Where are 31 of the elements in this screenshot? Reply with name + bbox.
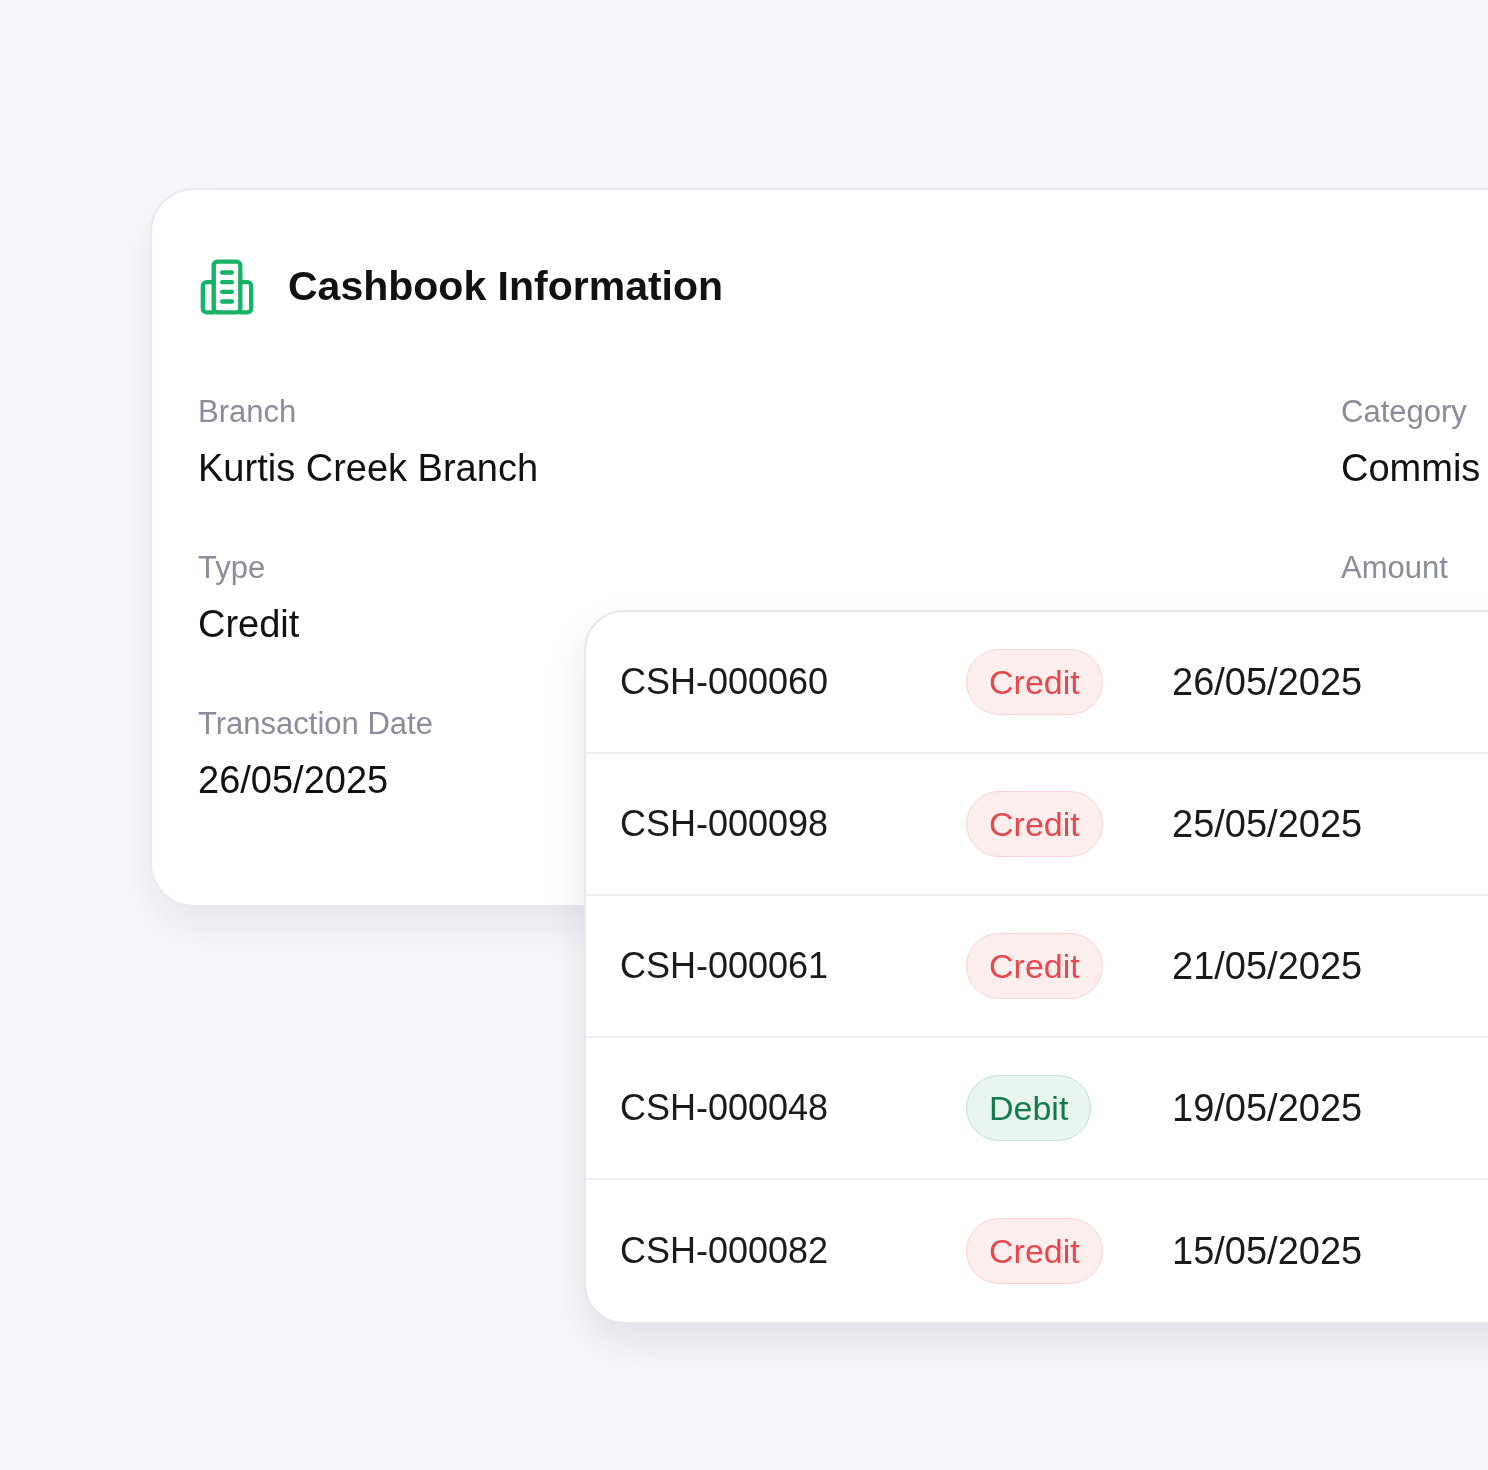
- transaction-date: 15/05/2025: [1172, 1228, 1363, 1274]
- field-label: Amount: [1341, 548, 1449, 587]
- type-badge: Debit: [966, 1075, 1092, 1141]
- transaction-id: CSH-000061: [620, 944, 830, 988]
- field-value: Kurtis Creek Branch: [198, 445, 539, 491]
- table-row[interactable]: CSH-000048 Debit 19/05/2025: [586, 1038, 1488, 1180]
- table-row[interactable]: CSH-000098 Credit 25/05/2025: [586, 754, 1488, 896]
- transaction-date: 25/05/2025: [1172, 801, 1363, 847]
- field-value: Commis: [1341, 445, 1482, 491]
- transaction-id: CSH-000082: [620, 1229, 830, 1273]
- transaction-date: 19/05/2025: [1172, 1085, 1363, 1131]
- field-label: Type: [198, 548, 267, 587]
- type-badge: Credit: [966, 791, 1103, 857]
- table-row[interactable]: CSH-000082 Credit 15/05/2025: [586, 1180, 1488, 1322]
- field-label: Category: [1341, 392, 1468, 431]
- transaction-id: CSH-000098: [620, 802, 830, 846]
- transaction-date: 21/05/2025: [1172, 943, 1363, 989]
- field-value: Credit: [198, 601, 301, 647]
- transaction-date: 26/05/2025: [1172, 659, 1363, 705]
- field-label: Transaction Date: [198, 704, 434, 743]
- field-value: 26/05/2025: [198, 757, 390, 803]
- card-title: Cashbook Information: [288, 262, 724, 311]
- type-badge: Credit: [966, 1218, 1103, 1284]
- table-row[interactable]: CSH-000060 Credit 26/05/2025: [586, 612, 1488, 754]
- transaction-id: CSH-000048: [620, 1086, 830, 1130]
- table-row[interactable]: CSH-000061 Credit 21/05/2025: [586, 896, 1488, 1038]
- type-badge: Credit: [966, 649, 1103, 715]
- transaction-id: CSH-000060: [620, 660, 830, 704]
- field-label: Branch: [198, 392, 298, 431]
- building-icon: [198, 257, 256, 316]
- type-badge: Credit: [966, 933, 1103, 999]
